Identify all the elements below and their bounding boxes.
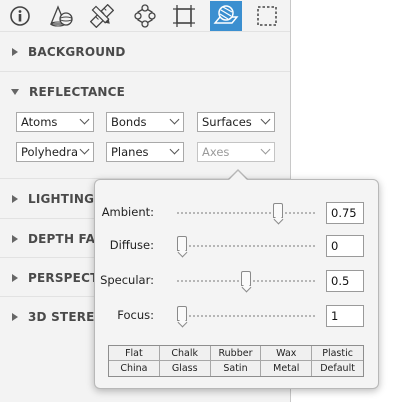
chevron-down-icon — [169, 114, 180, 125]
chevron-down-icon — [79, 114, 90, 125]
preset-plastic[interactable]: Plastic — [312, 346, 363, 361]
axes-dropdown: Axes — [197, 142, 275, 162]
expand-caret-icon — [12, 235, 18, 243]
specular-row: Specular: 0.5 — [95, 268, 380, 294]
preset-chalk[interactable]: Chalk — [159, 346, 211, 361]
expand-caret-icon — [12, 195, 18, 203]
ambient-row: Ambient: 0.75 — [95, 200, 380, 226]
specular-value-input[interactable]: 0.5 — [326, 270, 364, 292]
surface-sphere-icon — [213, 5, 239, 24]
section-title: LIGHTING — [28, 192, 95, 206]
section-title: REFLECTANCE — [29, 85, 126, 99]
reflectance-popover: Ambient: 0.75 Diffuse: 0 Specular: 0.5 F… — [94, 179, 379, 389]
diffuse-label: Diffuse: — [109, 238, 154, 252]
preset-flat[interactable]: Flat — [109, 346, 160, 361]
focus-value-input[interactable]: 1 — [326, 305, 364, 327]
preset-default[interactable]: Default — [312, 361, 363, 376]
info-icon — [10, 6, 30, 26]
focus-row: Focus: 1 — [95, 303, 380, 329]
material-presets: Flat Chalk Rubber Wax Plastic China Glas… — [108, 345, 364, 377]
shapes-button[interactable] — [45, 1, 77, 31]
info-button[interactable] — [4, 1, 36, 31]
diffuse-row: Diffuse: 0 — [95, 233, 380, 259]
diffuse-track[interactable] — [177, 245, 315, 247]
preset-glass[interactable]: Glass — [159, 361, 211, 376]
atoms-dropdown[interactable]: Atoms — [16, 112, 94, 132]
crop-cube-icon — [173, 5, 195, 27]
dashed-select-icon — [257, 6, 277, 26]
molecule-button[interactable] — [129, 1, 161, 31]
cell-button[interactable] — [168, 1, 200, 31]
chevron-down-icon — [79, 144, 90, 155]
ambient-track[interactable] — [177, 212, 315, 214]
section-title: BACKGROUND — [28, 45, 126, 59]
select-button[interactable] — [251, 1, 283, 31]
preset-rubber[interactable]: Rubber — [210, 346, 262, 361]
surfaces-dropdown[interactable]: Surfaces — [197, 112, 275, 132]
toolbar — [0, 0, 290, 32]
ambient-value-input[interactable]: 0.75 — [326, 202, 364, 224]
chevron-down-icon — [260, 144, 271, 155]
polyhedra-dropdown[interactable]: Polyhedra — [16, 142, 94, 162]
measure-button[interactable] — [86, 1, 118, 31]
focus-track[interactable] — [177, 315, 315, 317]
diffuse-slider-thumb[interactable] — [177, 236, 187, 251]
focus-slider-thumb[interactable] — [177, 306, 187, 321]
diffuse-value-input[interactable]: 0 — [326, 235, 364, 257]
ambient-slider-thumb[interactable] — [273, 203, 283, 218]
preset-wax[interactable]: Wax — [261, 346, 313, 361]
cone-sphere-icon — [50, 5, 73, 27]
preset-china[interactable]: China — [109, 361, 160, 376]
popover-arrow-fill — [229, 171, 247, 180]
ambient-label: Ambient: — [101, 205, 154, 219]
preset-metal[interactable]: Metal — [261, 361, 313, 376]
expand-caret-icon — [12, 274, 18, 282]
surface-button[interactable] — [210, 1, 242, 31]
section-background[interactable]: BACKGROUND — [0, 31, 290, 72]
collapse-caret-icon — [11, 89, 19, 95]
ruler-pencil-icon — [90, 4, 114, 28]
chevron-down-icon — [169, 144, 180, 155]
section-reflectance[interactable]: REFLECTANCE — [0, 71, 290, 112]
molecule-ring-icon — [134, 4, 156, 28]
planes-dropdown[interactable]: Planes — [106, 142, 184, 162]
expand-caret-icon — [12, 313, 18, 321]
chevron-down-icon — [260, 114, 271, 125]
preset-satin[interactable]: Satin — [210, 361, 262, 376]
specular-label: Specular: — [100, 273, 154, 287]
expand-caret-icon — [12, 48, 18, 56]
specular-slider-thumb[interactable] — [241, 271, 251, 286]
bonds-dropdown[interactable]: Bonds — [106, 112, 184, 132]
focus-label: Focus: — [117, 308, 154, 322]
